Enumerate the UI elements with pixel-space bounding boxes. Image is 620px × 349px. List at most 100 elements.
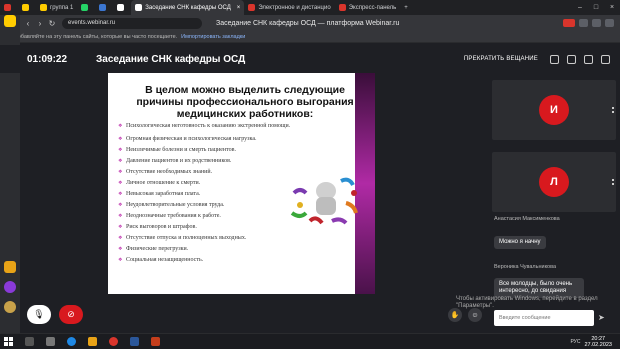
webinar-icon [135, 4, 143, 11]
tab-label: группа 1 [50, 4, 74, 11]
maximize-icon[interactable]: □ [588, 4, 604, 11]
minimize-icon[interactable]: – [572, 4, 588, 11]
url-field[interactable]: events.webinar.ru [62, 17, 202, 29]
chat-message: Все молодцы, было очень интересно, до св… [494, 278, 584, 298]
import-bookmarks-link[interactable]: Импортировать закладки [181, 34, 245, 40]
avatar: Л [539, 167, 569, 197]
avatar: И [539, 95, 569, 125]
clock-date: 27.02.2023 [584, 341, 612, 348]
stop-broadcast-button[interactable]: ПРЕКРАТИТЬ ВЕЩАНИЕ [464, 56, 538, 62]
participant-name: Анастасия Максименкова [494, 216, 560, 222]
microphone-icon: 🎙 [33, 309, 45, 319]
webinar-header: 01:09:22 Заседание СНК кафедры ОСД ПРЕКР… [0, 45, 620, 73]
browser-tab[interactable] [95, 0, 113, 15]
layout-icon[interactable] [550, 54, 559, 64]
close-icon[interactable]: × [237, 5, 241, 11]
slide-bullet: Физические перегрузки. [118, 244, 318, 255]
browser-tab[interactable] [18, 0, 36, 15]
slide-bullet: Давление пациентов и их родственников. [118, 156, 318, 167]
slide-bullet: Неизлечимые болезни и смерть пациентов. [118, 145, 318, 156]
chat-author: Вероника Чувальникова [494, 264, 557, 270]
word-icon[interactable] [130, 337, 139, 346]
yandex-icon [4, 4, 11, 11]
flag-icon [117, 4, 125, 11]
edge-icon[interactable] [67, 337, 76, 346]
chat-message: Можно я начну [494, 236, 546, 249]
slide-bullet: Отсутствие отпуска и полноценных выходны… [118, 233, 318, 244]
search-icon[interactable] [25, 337, 34, 346]
group-icon [40, 4, 47, 11]
alice-icon[interactable] [4, 281, 16, 293]
slide-bullet: Огромная физическая и психологическая на… [118, 134, 318, 145]
window-controls: – □ × [572, 4, 620, 11]
close-window-icon[interactable]: × [604, 4, 620, 11]
tab-label: Заседание СНК кафедры ОСД [145, 4, 231, 11]
session-timer: 01:09:22 [27, 53, 68, 65]
windows-start-icon[interactable] [4, 337, 13, 346]
microphone-button[interactable]: 🎙 [27, 305, 51, 324]
task-view-icon[interactable] [46, 337, 55, 346]
presentation-slide: В целом можно выделить следующие причины… [108, 73, 375, 294]
camera-off-icon: ⊘ [67, 309, 75, 319]
tab-label: Электронное и дистанцио [258, 4, 331, 11]
slide-bullet: Психологическая неготовность к оказанию … [118, 123, 308, 130]
more-options-icon[interactable] [612, 179, 614, 185]
more-options-icon[interactable] [612, 107, 614, 113]
system-tray: РУС 20:27 27.02.2023 [570, 336, 620, 348]
browser-tab[interactable] [113, 0, 131, 15]
chat-input[interactable]: Введите сообщение [494, 310, 594, 326]
powerpoint-icon[interactable] [151, 337, 160, 346]
windows-taskbar: РУС 20:27 27.02.2023 [0, 333, 620, 349]
browser-tab-active[interactable]: Заседание СНК кафедры ОСД × [131, 0, 245, 15]
browser-tab[interactable] [0, 0, 18, 15]
extension-icon[interactable] [579, 19, 588, 27]
tab-label: Экспресс-панель [348, 4, 397, 11]
browser-tab[interactable]: группа 1 [36, 0, 77, 15]
reactions-button[interactable]: ☺ [468, 308, 482, 322]
hand-icon: ✋ [450, 312, 460, 319]
mail-icon [22, 4, 29, 11]
address-bar: ‹ › ↻ events.webinar.ru Заседание СНК ка… [0, 15, 620, 31]
browser-tab[interactable]: Экспресс-панель [335, 0, 401, 15]
url-text: events.webinar.ru [68, 20, 116, 26]
taskbar-clock[interactable]: 20:27 27.02.2023 [584, 336, 612, 348]
stressed-figure-illustration [290, 177, 358, 225]
bookmark-hint: Добавляйте на эту панель сайты, которые … [14, 33, 178, 40]
windows-activation-notice: Чтобы активировать Windows, перейдите в … [456, 296, 598, 309]
grid-icon[interactable] [567, 54, 576, 64]
browser-tab[interactable] [77, 0, 95, 15]
yandex-icon[interactable] [4, 15, 16, 27]
raise-hand-button[interactable]: ✋ [448, 308, 462, 322]
slide-heading: В целом можно выделить следующие причины… [136, 84, 354, 120]
whatsapp-icon [81, 4, 89, 11]
browser-tab-strip: группа 1 Заседание СНК кафедры ОСД × Элек… [0, 0, 620, 15]
menu-icon[interactable] [605, 19, 614, 27]
download-icon[interactable] [592, 19, 601, 27]
mail-icon[interactable] [4, 261, 16, 273]
emblem-icon[interactable] [4, 301, 16, 313]
browser-tab[interactable]: Электронное и дистанцио [244, 0, 334, 15]
participant-tile[interactable]: Л Анастасия Максименкова [492, 152, 616, 222]
language-indicator[interactable]: РУС [570, 339, 580, 345]
smile-icon: ☺ [471, 311, 479, 319]
yandex-browser-icon[interactable] [109, 337, 118, 346]
participant-tile[interactable]: И [492, 80, 616, 140]
slide-bullet: Социальная незащищенность. [118, 255, 318, 266]
forward-icon[interactable]: › [34, 19, 46, 28]
vk-icon [99, 4, 107, 11]
reload-icon[interactable]: ↻ [46, 19, 58, 28]
express-panel-icon [338, 4, 346, 11]
bookmark-bar: Добавляйте на эту панель сайты, которые … [0, 31, 620, 43]
back-icon[interactable]: ‹ [22, 19, 34, 28]
explorer-icon[interactable] [88, 337, 97, 346]
camera-button[interactable]: ⊘ [59, 305, 83, 324]
page-title: Заседание СНК кафедры ОСД — платформа We… [216, 19, 400, 27]
new-tab-button[interactable]: + [400, 0, 412, 15]
participants-icon[interactable] [584, 54, 593, 64]
settings-icon[interactable] [601, 54, 610, 64]
extension-icons [563, 19, 620, 27]
opera-icon [248, 4, 256, 11]
send-icon[interactable]: ➤ [598, 313, 605, 322]
event-title: Заседание СНК кафедры ОСД [96, 53, 246, 65]
adblock-icon[interactable] [563, 19, 575, 27]
